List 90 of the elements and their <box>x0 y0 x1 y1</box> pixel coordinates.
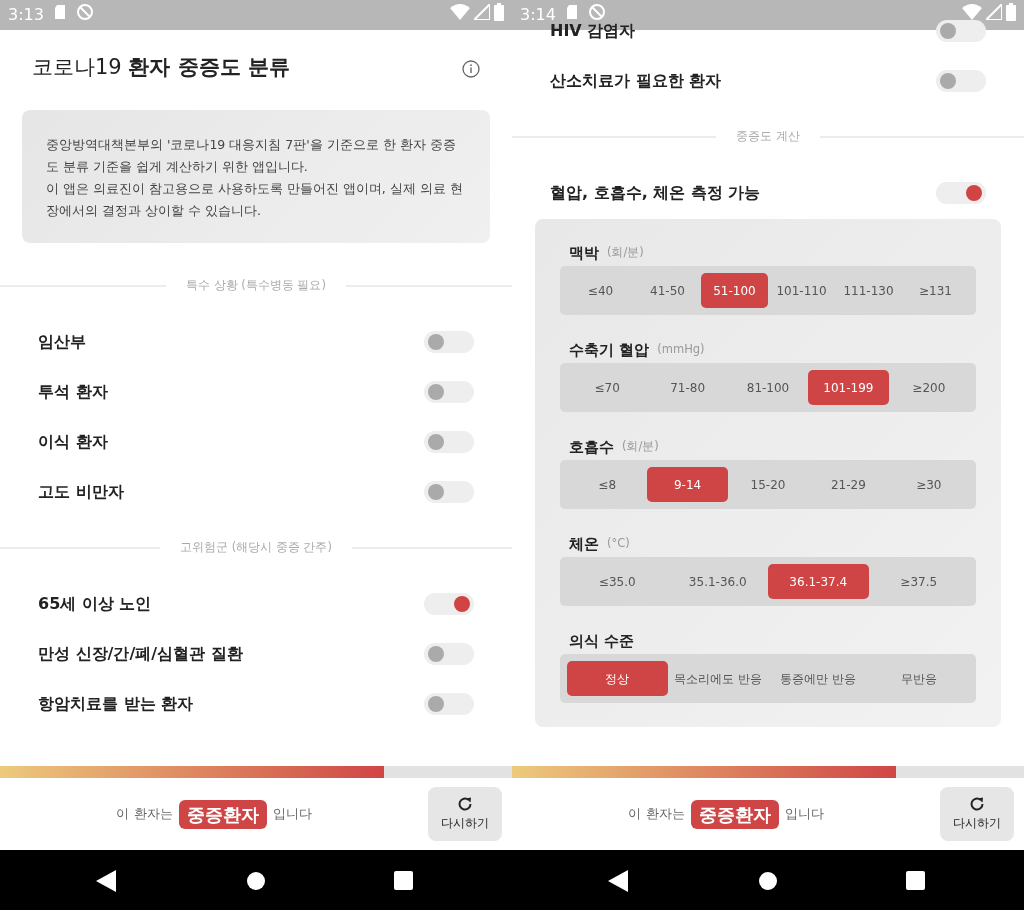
result-badge: 중증환자 <box>178 799 267 829</box>
status-time: 3:13 <box>8 4 44 26</box>
segment-option[interactable]: ≤40 <box>567 273 634 308</box>
result-text: 이 환자는 <box>628 805 685 824</box>
segment-option[interactable]: ≥37.5 <box>868 564 969 599</box>
segment-option[interactable]: 통증에만 반응 <box>768 661 869 696</box>
unit-label: (회/분) <box>622 438 659 456</box>
toggle-label: 고도 비만자 <box>38 481 124 503</box>
back-button[interactable] <box>608 868 628 892</box>
segment-option[interactable]: 무반응 <box>868 661 969 696</box>
segment-option[interactable]: 목소리에도 반응 <box>667 661 768 696</box>
toggle-switch[interactable] <box>936 20 986 42</box>
home-icon <box>246 870 266 891</box>
notice-text: 이 앱은 의료진이 참고용으로 사용하도록 만들어진 앱이며, 실제 의료 현장에서의 결정과 상이할 수 있습니다. <box>46 180 464 220</box>
toggle-switch[interactable] <box>424 381 474 403</box>
recents-icon <box>394 871 413 890</box>
segment-option[interactable]: 111-130 <box>835 273 902 308</box>
result-text: 입니다 <box>272 805 312 824</box>
toggle-switch[interactable] <box>424 331 474 353</box>
toggle-label: 투석 환자 <box>38 381 108 403</box>
group-label: 수축기 혈압 <box>569 339 650 361</box>
battery-icon <box>1006 3 1016 21</box>
group-label: 체온 <box>569 533 599 555</box>
segment-option[interactable]: ≥30 <box>888 467 970 502</box>
blocked-icon <box>587 3 606 21</box>
reset-button[interactable]: 다시하기 <box>428 787 502 841</box>
segment-option[interactable]: 15-20 <box>727 467 809 502</box>
segment-option[interactable]: ≥131 <box>902 273 969 308</box>
toggle-switch[interactable] <box>936 70 986 92</box>
result-text: 이 환자는 <box>116 805 173 824</box>
segment-option[interactable]: 35.1-36.0 <box>667 564 768 599</box>
home-icon <box>758 870 778 891</box>
section-divider-label: 중증도 계산 <box>735 128 801 146</box>
segment-option[interactable]: 9-14 <box>647 467 728 502</box>
back-icon <box>608 869 628 892</box>
segment-option[interactable]: 101-110 <box>768 273 835 308</box>
signal-icon <box>986 4 1002 20</box>
segment-option[interactable]: ≤70 <box>567 370 648 405</box>
result-badge: 중증환자 <box>690 799 779 829</box>
toggle-label: 항암치료를 받는 환자 <box>38 693 194 715</box>
unit-label: (°C) <box>607 535 630 553</box>
toggle-switch[interactable] <box>936 182 986 204</box>
unit-label: (mmHg) <box>657 341 705 359</box>
segment-option[interactable]: 21-29 <box>808 467 889 502</box>
toggle-switch[interactable] <box>424 431 474 453</box>
segment-option[interactable]: 101-199 <box>808 370 889 405</box>
toggle-label: 혈압, 호흡수, 체온 측정 가능 <box>550 182 761 204</box>
section-divider-label: 고위험군 (해당시 중증 간주) <box>179 539 333 557</box>
blocked-icon <box>75 3 94 21</box>
toggle-switch[interactable] <box>424 693 474 715</box>
segment-option[interactable]: 36.1-37.4 <box>768 564 869 599</box>
segment-option[interactable]: 81-100 <box>727 370 809 405</box>
toggle-label: 임산부 <box>38 331 86 353</box>
segment-option[interactable]: 71-80 <box>647 370 728 405</box>
toggle-label: 65세 이상 노인 <box>38 593 152 615</box>
toggle-switch[interactable] <box>424 593 474 615</box>
info-icon <box>462 59 480 78</box>
sd-card-icon <box>565 4 578 20</box>
sd-card-icon <box>53 4 66 20</box>
signal-icon <box>474 4 490 20</box>
toggle-switch[interactable] <box>424 481 474 503</box>
toggle-label: 이식 환자 <box>38 431 108 453</box>
notice-text: 중앙방역대책본부의 '코로나19 대응지침 7판'을 기준으로 한 환자 중증도 분류 기준을 쉽게 계산하기 위한 앱입니다. <box>46 136 457 176</box>
recents-button[interactable] <box>906 868 925 892</box>
recents-button[interactable] <box>394 868 413 892</box>
back-button[interactable] <box>96 868 116 892</box>
recents-icon <box>906 871 925 890</box>
battery-icon <box>494 3 504 21</box>
app-title: 코로나19 환자 중증도 분류 <box>32 54 291 82</box>
group-label: 맥박 <box>569 242 599 264</box>
segment-option[interactable]: 정상 <box>567 661 668 696</box>
segment-option[interactable]: ≥200 <box>888 370 970 405</box>
segment-option[interactable]: ≤35.0 <box>567 564 668 599</box>
toggle-switch[interactable] <box>424 643 474 665</box>
refresh-icon <box>969 796 985 812</box>
wifi-icon <box>450 4 470 20</box>
result-text: 입니다 <box>784 805 824 824</box>
segment-option[interactable]: ≤8 <box>567 467 648 502</box>
toggle-label: 산소치료가 필요한 환자 <box>550 70 722 92</box>
group-label: 의식 수준 <box>569 630 635 652</box>
toggle-label: 만성 신장/간/폐/심혈관 질환 <box>38 643 243 665</box>
group-label: 호흡수 <box>569 436 614 458</box>
refresh-icon <box>457 796 473 812</box>
segment-option[interactable]: 41-50 <box>634 273 701 308</box>
back-icon <box>96 869 116 892</box>
reset-button[interactable]: 다시하기 <box>940 787 1014 841</box>
unit-label: (회/분) <box>607 244 644 262</box>
segment-option[interactable]: 51-100 <box>701 273 768 308</box>
section-divider-label: 특수 상황 (특수병동 필요) <box>185 277 327 295</box>
wifi-icon <box>962 4 982 20</box>
